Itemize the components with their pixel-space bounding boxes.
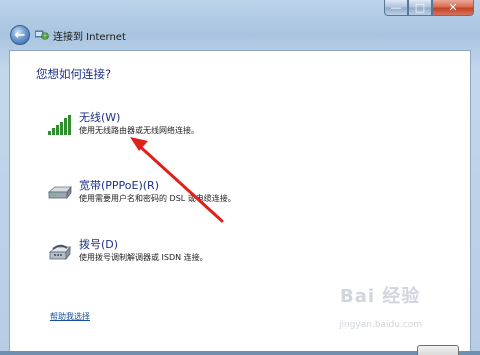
window-controls: — □ ✕ bbox=[384, 0, 474, 16]
broadband-modem-icon bbox=[47, 185, 72, 200]
option-broadband-description: 使用需要用户名和密码的 DSL 或电缆连接。 bbox=[79, 194, 236, 203]
option-dialup-label: 拨号(D) bbox=[79, 238, 119, 251]
window-frame: — □ ✕ ← 连接到 Internet 您想如何连接? 无线(W) 使用无线路… bbox=[0, 0, 480, 355]
wireless-signal-icon bbox=[48, 115, 71, 135]
option-dialup[interactable]: 拨号(D) 使用拨号调制解调器或 ISDN 连接。 bbox=[46, 236, 446, 272]
option-broadband[interactable]: 宽带(PPPoE)(R) 使用需要用户名和密码的 DSL 或电缆连接。 bbox=[46, 177, 446, 213]
navigation-bar: ← 连接到 Internet bbox=[0, 20, 480, 50]
maximize-button[interactable]: □ bbox=[408, 0, 432, 16]
dialup-phone-icon bbox=[48, 244, 71, 261]
page-question: 您想如何连接? bbox=[36, 67, 112, 81]
option-dialup-description: 使用拨号调制解调器或 ISDN 连接。 bbox=[79, 253, 208, 262]
watermark-url: jingyan.baidu.com bbox=[339, 320, 423, 330]
watermark-logo: Bai 经验 bbox=[340, 286, 421, 307]
option-wireless[interactable]: 无线(W) 使用无线路由器或无线网络连接。 bbox=[46, 109, 446, 145]
option-wireless-description: 使用无线路由器或无线网络连接。 bbox=[79, 126, 199, 135]
option-wireless-label: 无线(W) bbox=[79, 111, 121, 124]
back-button[interactable]: ← bbox=[10, 25, 30, 45]
minimize-button[interactable]: — bbox=[384, 0, 408, 16]
window-title: 连接到 Internet bbox=[53, 32, 126, 43]
help-me-choose-link[interactable]: 帮助我选择 bbox=[50, 311, 90, 322]
close-button[interactable]: ✕ bbox=[432, 0, 474, 16]
network-globe-icon bbox=[35, 30, 49, 40]
next-button[interactable] bbox=[417, 345, 459, 355]
title-bar: — □ ✕ bbox=[0, 0, 480, 20]
option-broadband-label: 宽带(PPPoE)(R) bbox=[79, 179, 159, 192]
